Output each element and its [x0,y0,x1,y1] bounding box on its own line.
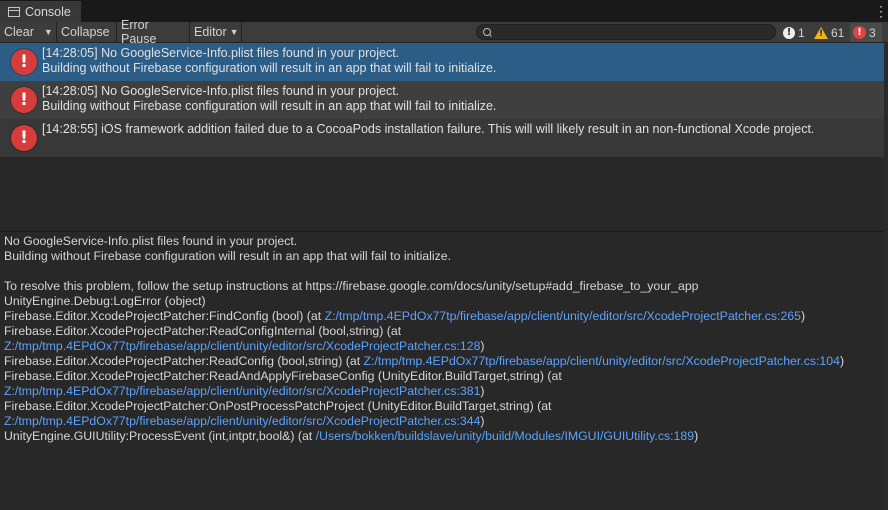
stack-frame: UnityEngine.Debug:LogError (object) [4,294,880,309]
log-entry-text: [14:28:05] No GoogleService-Info.plist f… [42,46,880,76]
log-entry-line1: [14:28:05] No GoogleService-Info.plist f… [42,46,400,60]
detail-blank-line [4,264,880,279]
log-list: ! [14:28:05] No GoogleService-Info.plist… [0,43,888,231]
stack-frame-text: Firebase.Editor.XcodeProjectPatcher:OnPo… [4,399,552,413]
vertical-scrollbar[interactable] [884,43,888,510]
error-icon: ! [10,124,38,152]
stack-frame-text: Firebase.Editor.XcodeProjectPatcher:Read… [4,369,562,383]
stack-frame-link[interactable]: Z:/tmp/tmp.4EPdOx77tp/firebase/app/clien… [4,339,480,353]
stack-frame: Z:/tmp/tmp.4EPdOx77tp/firebase/app/clien… [4,339,880,354]
console-window: Console ⋮ Clear ▼ Collapse Error Pause E… [0,0,888,510]
log-entry-line2: Building without Firebase configuration … [42,99,497,113]
error-icon: ! [10,48,38,76]
chevron-down-icon: ▼ [229,27,239,37]
tab-console[interactable]: Console [0,1,82,22]
stack-frame-link[interactable]: Z:/tmp/tmp.4EPdOx77tp/firebase/app/clien… [325,309,801,323]
stack-frame-suffix: ) [480,414,485,428]
warning-filter-toggle[interactable]: ! 61 [811,23,847,42]
detail-message-line: No GoogleService-Info.plist files found … [4,234,298,248]
stack-frame-suffix: ) [800,309,806,323]
stack-frame: Firebase.Editor.XcodeProjectPatcher:Find… [4,309,880,324]
error-pause-button[interactable]: Error Pause [117,18,190,46]
log-entry-text: [14:28:55] iOS framework addition failed… [42,122,880,137]
error-filter-toggle[interactable]: ! 3 [850,23,882,42]
editor-dropdown-label: Editor [194,25,227,39]
stack-frame-link[interactable]: /Users/bokken/buildslave/unity/build/Mod… [316,429,694,443]
error-pause-button-label: Error Pause [121,18,157,46]
warning-count: 61 [831,25,845,40]
log-entry-line1: [14:28:05] No GoogleService-Info.plist f… [42,84,400,98]
stack-frame-text: Firebase.Editor.XcodeProjectPatcher:Find… [4,309,325,323]
log-entry-line2: Building without Firebase configuration … [42,61,497,75]
stack-frame-text: Firebase.Editor.XcodeProjectPatcher:Read… [4,324,402,338]
stack-frame: Firebase.Editor.XcodeProjectPatcher:Read… [4,354,880,369]
info-count: 1 [798,25,805,40]
stack-frame-suffix: ) [480,339,485,353]
search-input[interactable] [476,24,776,40]
info-filter-toggle[interactable]: ! 1 [780,23,808,42]
log-entry-text: [14:28:05] No GoogleService-Info.plist f… [42,84,880,114]
collapse-button-label: Collapse [61,25,110,39]
detail-resolve-line: To resolve this problem, follow the setu… [4,279,699,293]
log-entry[interactable]: ! [14:28:05] No GoogleService-Info.plist… [0,81,884,119]
stack-frame: Firebase.Editor.XcodeProjectPatcher:Read… [4,324,880,339]
tab-console-label: Console [25,4,71,19]
clear-button[interactable]: Clear ▼ [0,22,57,42]
console-toolbar: Clear ▼ Collapse Error Pause Editor ▼ ! … [0,18,888,46]
stack-frame: Z:/tmp/tmp.4EPdOx77tp/firebase/app/clien… [4,414,880,429]
editor-dropdown[interactable]: Editor ▼ [190,22,242,42]
warning-icon: ! [814,26,828,39]
error-count: 3 [869,25,876,40]
stack-frame-link[interactable]: Z:/tmp/tmp.4EPdOx77tp/firebase/app/clien… [4,414,480,428]
chevron-down-icon[interactable]: ▼ [44,27,53,37]
stack-frame: Firebase.Editor.XcodeProjectPatcher:OnPo… [4,399,880,414]
log-entry[interactable]: ! [14:28:05] No GoogleService-Info.plist… [0,43,884,81]
log-entry[interactable]: ! [14:28:55] iOS framework addition fail… [0,119,884,157]
stack-frame-text: UnityEngine.GUIUtility:ProcessEvent (int… [4,429,316,443]
clear-button-label: Clear [4,25,34,39]
info-icon: ! [783,26,795,39]
stack-frame-link[interactable]: Z:/tmp/tmp.4EPdOx77tp/firebase/app/clien… [4,384,480,398]
stack-frame-text: UnityEngine.Debug:LogError (object) [4,294,206,308]
stack-frame-link[interactable]: Z:/tmp/tmp.4EPdOx77tp/firebase/app/clien… [364,354,840,368]
detail-message-line: Building without Firebase configuration … [4,249,452,263]
stack-frame-suffix: ) [694,429,699,443]
log-detail-pane: No GoogleService-Info.plist files found … [0,232,884,510]
console-tab-icon [8,6,20,17]
error-icon: ! [10,86,38,114]
stack-frame: Z:/tmp/tmp.4EPdOx77tp/firebase/app/clien… [4,384,880,399]
error-icon: ! [853,26,866,39]
search-icon [483,28,491,36]
stack-frame: Firebase.Editor.XcodeProjectPatcher:Read… [4,369,880,384]
collapse-button[interactable]: Collapse [57,22,117,42]
stack-frame-text: Firebase.Editor.XcodeProjectPatcher:Read… [4,354,364,368]
kebab-menu-icon[interactable]: ⋮ [874,4,888,18]
stack-frame-suffix: ) [839,354,845,368]
stack-frame: UnityEngine.GUIUtility:ProcessEvent (int… [4,429,880,444]
stack-frame-suffix: ) [480,384,485,398]
log-entry-line1: [14:28:55] iOS framework addition failed… [42,122,815,136]
